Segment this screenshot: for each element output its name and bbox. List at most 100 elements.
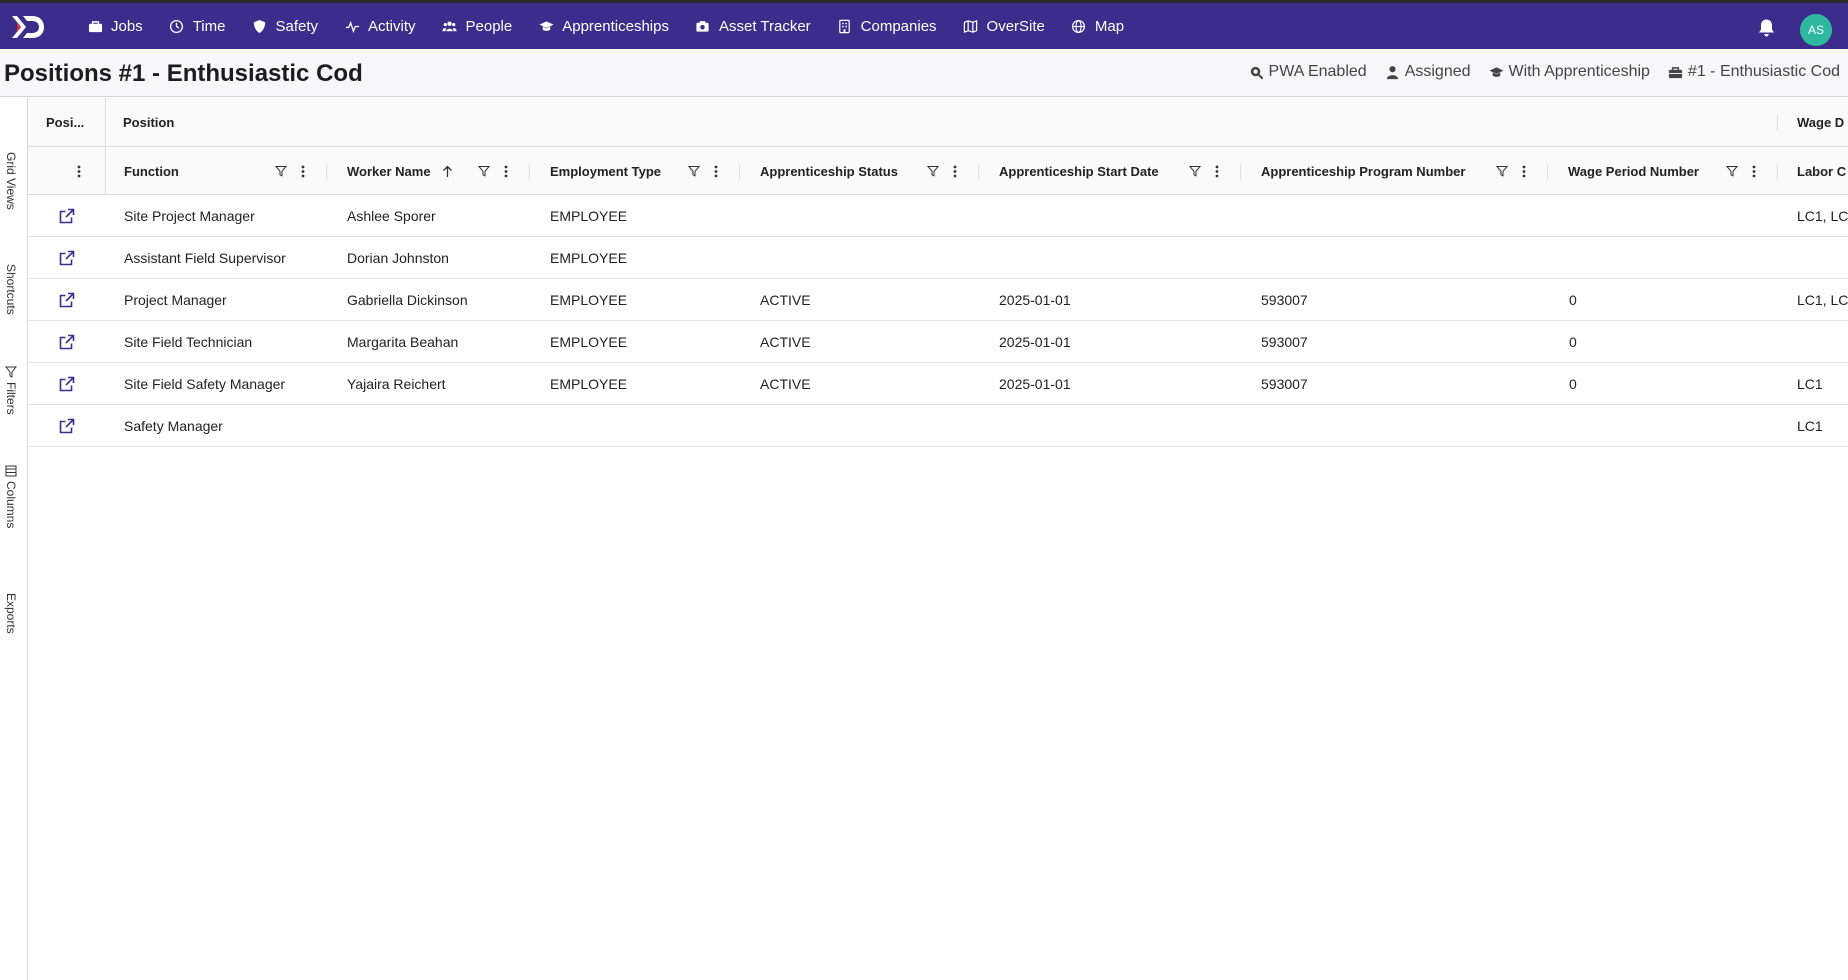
column-header-function[interactable]: Function	[124, 147, 179, 195]
open-link-icon[interactable]	[59, 292, 75, 308]
column-divider	[1777, 164, 1778, 180]
nav-item-time[interactable]: Time	[156, 3, 239, 49]
open-link-icon[interactable]	[59, 250, 75, 266]
map-fold-icon	[963, 18, 979, 34]
filter-icon[interactable]	[1188, 163, 1202, 179]
cell-labor: LC1	[1797, 375, 1823, 392]
cell-worker-name: Ashlee Sporer	[347, 207, 436, 224]
cell-labor: LC1, LC1	[1797, 291, 1848, 308]
column-header-row: Function Worker Name Employment Type App…	[28, 147, 1848, 195]
table-row[interactable]: Site Field Technician Margarita Beahan E…	[28, 321, 1848, 363]
nav-item-oversite[interactable]: OverSite	[950, 3, 1058, 49]
nav-item-map[interactable]: Map	[1058, 3, 1137, 49]
cell-worker-name: Yajaira Reichert	[347, 375, 446, 392]
filter-icon[interactable]	[1725, 163, 1739, 179]
columns-icon	[5, 465, 17, 477]
filter-icon[interactable]	[274, 163, 288, 179]
nav-item-people[interactable]: People	[429, 3, 526, 49]
filter-icon[interactable]	[926, 163, 940, 179]
column-divider	[326, 164, 327, 180]
column-divider	[739, 164, 740, 180]
cell-employment-type: EMPLOYEE	[550, 333, 628, 350]
column-menu-icon[interactable]	[1517, 163, 1531, 179]
table-row[interactable]: Project Manager Gabriella Dickinson EMPL…	[28, 279, 1848, 321]
column-divider	[978, 164, 979, 180]
open-link-icon[interactable]	[59, 334, 75, 350]
people-icon	[442, 18, 458, 34]
nav-item-label: Activity	[368, 17, 416, 35]
column-header-apprenticeship-program-number[interactable]: Apprenticeship Program Number	[1261, 147, 1465, 195]
group-header-position[interactable]: Position	[123, 98, 323, 147]
group-header-posi[interactable]: Posi...	[46, 98, 102, 147]
cell-function: Site Field Technician	[124, 333, 253, 350]
pwa-enabled-badge: PWA Enabled	[1249, 63, 1367, 81]
user-avatar[interactable]: AS	[1800, 14, 1832, 46]
column-menu-icon[interactable]	[296, 163, 310, 179]
column-menu-icon[interactable]	[948, 163, 962, 179]
column-header-employment-type[interactable]: Employment Type	[550, 147, 661, 195]
notification-bell-icon[interactable]	[1757, 18, 1776, 38]
side-tab-label: Shortcuts	[4, 264, 18, 315]
column-menu-icon[interactable]	[709, 163, 723, 179]
cell-function: Project Manager	[124, 291, 227, 308]
side-tab-filters[interactable]: Filters	[0, 366, 22, 415]
column-header-labor[interactable]: Labor C	[1797, 147, 1846, 195]
grid-side-panel: Grid Views Shortcuts Filters Columns Exp…	[0, 98, 28, 980]
cell-function: Safety Manager	[124, 417, 223, 434]
column-header-wage-period-number[interactable]: Wage Period Number	[1568, 147, 1699, 195]
nav-item-activity[interactable]: Activity	[331, 3, 429, 49]
nav-item-jobs[interactable]: Jobs	[74, 3, 156, 52]
side-tab-grid-views[interactable]: Grid Views	[0, 152, 22, 210]
activity-icon	[344, 18, 360, 34]
cell-function: Site Project Manager	[124, 207, 255, 224]
cell-labor: LC1, LC1	[1797, 207, 1848, 224]
nav-item-safety[interactable]: Safety	[238, 3, 331, 49]
page-title: Positions #1 - Enthusiastic Cod	[4, 60, 363, 87]
table-row[interactable]: Assistant Field Supervisor Dorian Johnst…	[28, 237, 1848, 279]
table-row[interactable]: Safety Manager LC1	[28, 405, 1848, 447]
badge-label: #1 - Enthusiastic Cod	[1687, 63, 1840, 80]
badge-label: With Apprenticeship	[1508, 63, 1650, 80]
column-menu-icon[interactable]	[499, 163, 513, 179]
cell-apprenticeship-status: ACTIVE	[760, 291, 811, 308]
building-icon	[837, 18, 853, 34]
nav-item-label: OverSite	[986, 17, 1045, 35]
cell-apprenticeship-program-number: 593007	[1261, 333, 1308, 350]
search-document-icon	[1250, 66, 1263, 79]
column-header-worker-name[interactable]: Worker Name	[347, 147, 431, 195]
table-row[interactable]: Site Field Safety Manager Yajaira Reiche…	[28, 363, 1848, 405]
nav-item-companies[interactable]: Companies	[824, 3, 950, 49]
filter-icon[interactable]	[687, 163, 701, 179]
nav-item-apprenticeships[interactable]: Apprenticeships	[525, 3, 682, 49]
column-menu-icon[interactable]	[1210, 163, 1224, 179]
globe-icon	[1071, 18, 1087, 34]
cell-apprenticeship-status: ACTIVE	[760, 375, 811, 392]
open-link-icon[interactable]	[59, 376, 75, 392]
cell-worker-name: Dorian Johnston	[347, 249, 449, 266]
table-row[interactable]: Site Project Manager Ashlee Sporer EMPLO…	[28, 195, 1848, 237]
cell-apprenticeship-status: ACTIVE	[760, 333, 811, 350]
side-tab-columns[interactable]: Columns	[0, 465, 22, 528]
filter-icon[interactable]	[477, 163, 491, 179]
top-nav-bar: Jobs Time Safety Activity People Apprent…	[0, 0, 1848, 52]
badge-label: PWA Enabled	[1268, 63, 1367, 80]
user-icon	[1386, 65, 1398, 79]
open-link-icon[interactable]	[59, 418, 75, 434]
column-header-apprenticeship-status[interactable]: Apprenticeship Status	[760, 147, 898, 195]
nav-item-asset-tracker[interactable]: Asset Tracker	[682, 3, 824, 49]
group-header-wage[interactable]: Wage D	[1797, 98, 1848, 147]
app-logo[interactable]	[10, 14, 46, 40]
side-tab-exports[interactable]: Exports	[0, 593, 22, 634]
side-tab-shortcuts[interactable]: Shortcuts	[0, 264, 22, 315]
side-tab-label: Grid Views	[4, 152, 18, 210]
column-menu-icon[interactable]	[1747, 163, 1761, 179]
shield-icon	[251, 18, 267, 34]
nav-item-label: Map	[1094, 17, 1125, 35]
filter-icon[interactable]	[1495, 163, 1509, 179]
cell-function: Assistant Field Supervisor	[124, 249, 286, 266]
column-menu-icon[interactable]	[72, 163, 86, 179]
page-header: Positions #1 - Enthusiastic Cod PWA Enab…	[0, 49, 1848, 97]
sort-ascending-icon[interactable]	[440, 163, 454, 179]
open-link-icon[interactable]	[59, 208, 75, 224]
column-header-apprenticeship-start-date[interactable]: Apprenticeship Start Date	[999, 147, 1159, 195]
